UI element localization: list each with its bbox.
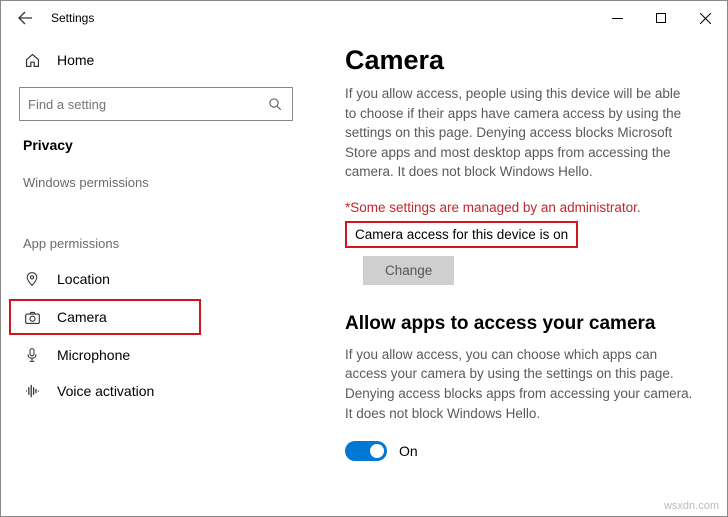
content-pane: Camera If you allow access, people using… (311, 35, 727, 516)
nav-camera[interactable]: Camera (9, 299, 201, 335)
window-controls (595, 1, 727, 35)
nav-home[interactable]: Home (1, 41, 311, 79)
nav-microphone[interactable]: Microphone (1, 337, 311, 373)
camera-access-status: Camera access for this device is on (345, 221, 578, 248)
home-icon (23, 51, 41, 69)
titlebar: Settings (1, 1, 727, 35)
nav-camera-label: Camera (57, 309, 107, 325)
group-windows-permissions: Windows permissions (1, 175, 311, 190)
toggle-state-label: On (399, 443, 418, 459)
change-button[interactable]: Change (363, 256, 454, 285)
watermark: wsxdn.com (664, 500, 719, 512)
close-button[interactable] (683, 1, 727, 35)
search-input[interactable] (19, 87, 293, 121)
allow-apps-heading: Allow apps to access your camera (345, 313, 693, 335)
camera-description: If you allow access, people using this d… (345, 84, 693, 182)
search-icon (266, 95, 284, 113)
admin-note: *Some settings are managed by an adminis… (345, 200, 693, 215)
camera-icon (23, 308, 41, 326)
sidebar-heading: Privacy (1, 137, 311, 153)
microphone-icon (23, 346, 41, 364)
allow-apps-description: If you allow access, you can choose whic… (345, 345, 693, 423)
back-arrow-icon (17, 10, 33, 26)
page-title: Camera (345, 45, 693, 76)
search-field[interactable] (28, 97, 266, 112)
nav-home-label: Home (57, 52, 94, 68)
voice-activation-icon (23, 382, 41, 400)
allow-apps-toggle[interactable] (345, 441, 387, 461)
group-app-permissions: App permissions (1, 236, 311, 251)
window-title: Settings (51, 11, 94, 25)
minimize-button[interactable] (595, 1, 639, 35)
sidebar: Home Privacy Windows permissions App per… (1, 35, 311, 516)
location-icon (23, 270, 41, 288)
maximize-button[interactable] (639, 1, 683, 35)
nav-voice-activation-label: Voice activation (57, 383, 154, 399)
nav-location-label: Location (57, 271, 110, 287)
back-button[interactable] (5, 1, 45, 35)
nav-microphone-label: Microphone (57, 347, 130, 363)
nav-voice-activation[interactable]: Voice activation (1, 373, 311, 409)
nav-location[interactable]: Location (1, 261, 311, 297)
